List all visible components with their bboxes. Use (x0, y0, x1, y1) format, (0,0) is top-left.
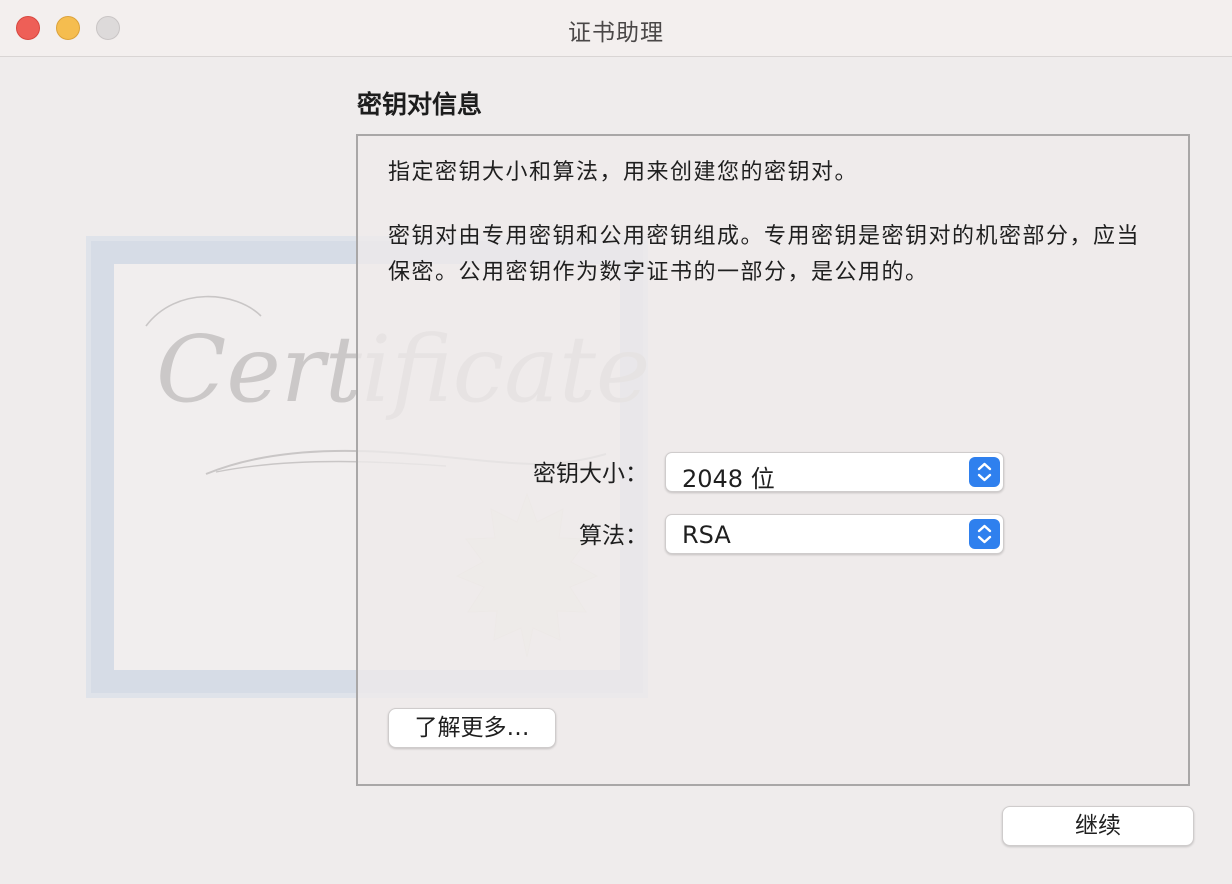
algorithm-popup[interactable]: RSA (665, 514, 1004, 554)
section-title: 密钥对信息 (357, 90, 483, 119)
description-text: 密钥对由专用密钥和公用密钥组成。专用密钥是密钥对的机密部分，应当保密。公用密钥作… (388, 224, 1141, 285)
algorithm-label: 算法： (579, 523, 648, 549)
key-size-label: 密钥大小： (533, 461, 648, 487)
certificate-assistant-window: 证书助理 Certificate 密钥对信息 指定密钥大小和算法，用来创建您的密… (0, 0, 1232, 884)
key-size-popup[interactable]: 2048 位 (665, 452, 1004, 493)
instruction-text: 指定密钥大小和算法，用来创建您的密钥对。 (388, 160, 859, 185)
window-title: 证书助理 (568, 20, 664, 46)
up-down-chevron-icon (969, 519, 1000, 549)
algorithm-value: RSA (682, 521, 731, 549)
learn-more-button[interactable]: 了解更多… (388, 708, 556, 748)
title-bar: 证书助理 (0, 0, 1232, 57)
up-down-chevron-icon (969, 457, 1000, 487)
key-size-value: 2048 位 (682, 465, 775, 493)
continue-button[interactable]: 继续 (1002, 806, 1194, 846)
